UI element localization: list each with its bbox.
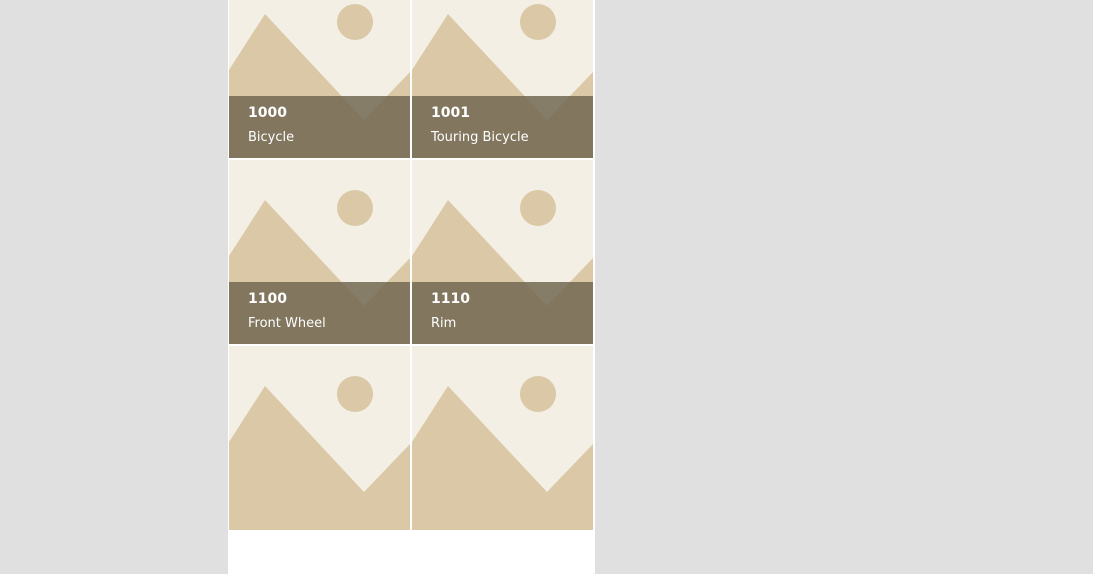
item-number: 1110	[431, 291, 470, 307]
gallery-tile[interactable]: 1110 Rim	[412, 160, 593, 344]
item-name: Bicycle	[248, 130, 295, 145]
tile-caption: 1000 Bicycle	[229, 96, 410, 158]
gallery-tile[interactable]: 1000 Bicycle	[229, 0, 410, 158]
gallery-tile[interactable]	[229, 346, 410, 530]
tile-caption: 1001 Touring Bicycle	[412, 96, 593, 158]
item-number: 1000	[248, 105, 287, 121]
product-gallery: 1000 Bicycle 1001 Touring Bicycle 1100 F…	[228, 0, 595, 574]
tile-caption: 1110 Rim	[412, 282, 593, 344]
image-placeholder-icon	[229, 346, 410, 530]
tile-caption: 1100 Front Wheel	[229, 282, 410, 344]
image-placeholder-icon	[412, 346, 593, 530]
item-name: Front Wheel	[248, 316, 326, 331]
gallery-tile[interactable]	[412, 346, 593, 530]
item-name: Rim	[431, 316, 457, 331]
item-number: 1100	[248, 291, 287, 307]
gallery-tile[interactable]: 1001 Touring Bicycle	[412, 0, 593, 158]
item-number: 1001	[431, 105, 470, 121]
gallery-tile[interactable]: 1100 Front Wheel	[229, 160, 410, 344]
item-name: Touring Bicycle	[431, 130, 529, 145]
